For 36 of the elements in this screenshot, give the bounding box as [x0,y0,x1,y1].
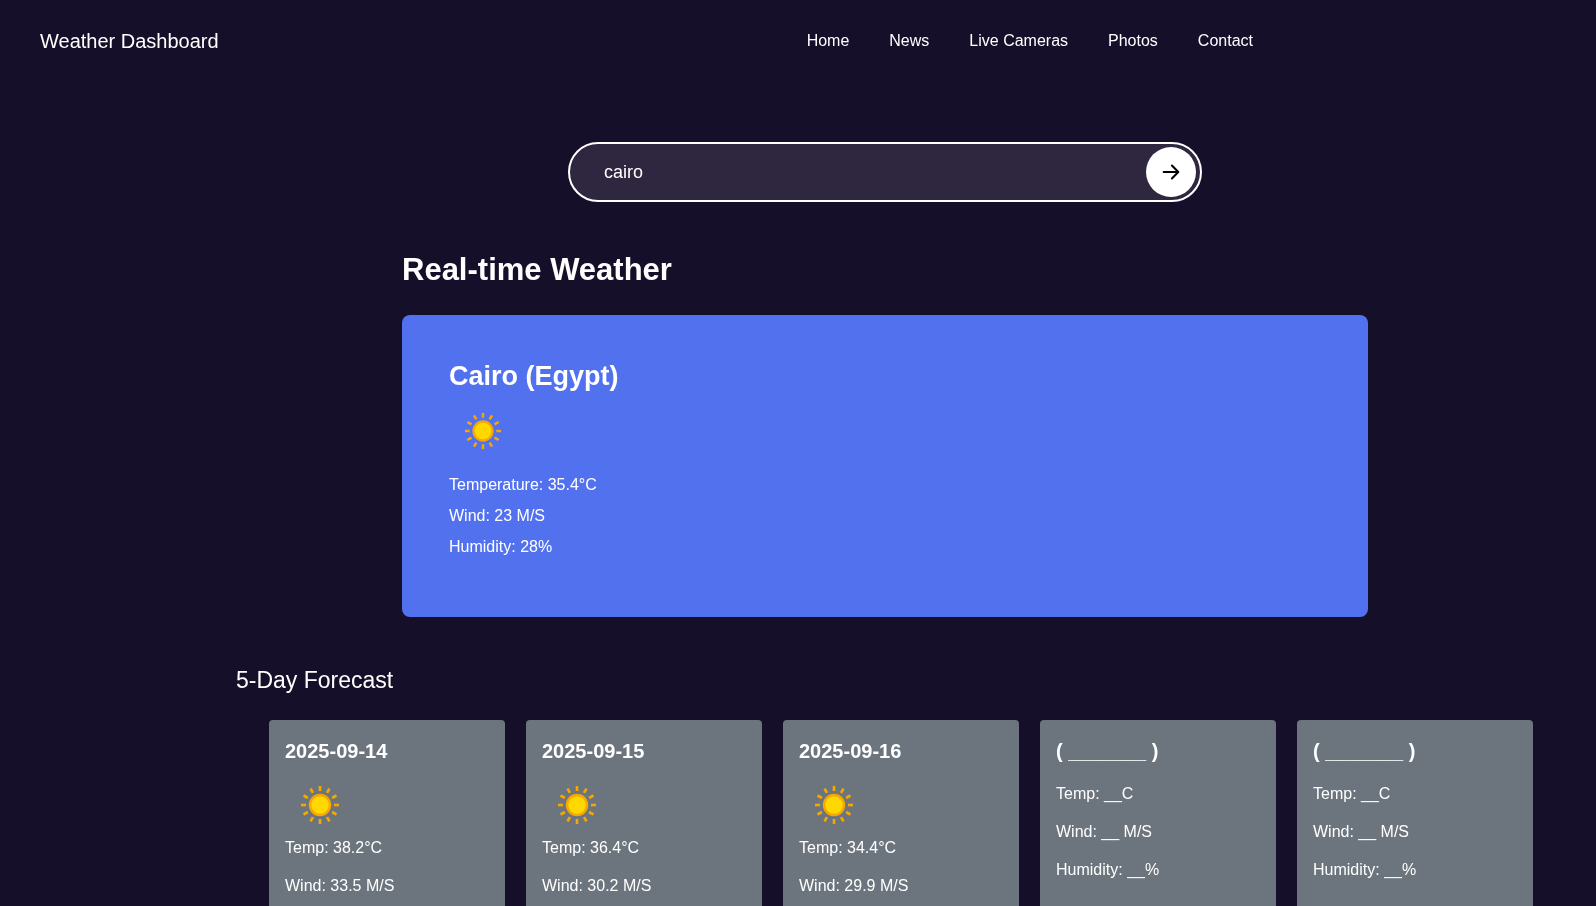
forecast-detail: Wind: __ M/S [1056,823,1154,841]
sun-icon [464,412,502,450]
forecast-date: 2025-09-15 [542,740,646,763]
site-title: Weather Dashboard [40,29,219,53]
sun-icon [557,785,597,825]
forecast-date: 2025-09-16 [799,740,903,763]
weather-detail: Humidity: 28% [449,538,554,556]
forecast-detail: Humidity: __% [1313,861,1418,879]
forecast-detail: Wind: 29.9 M/S [799,877,910,895]
nav-link[interactable]: Live Cameras [969,32,1069,50]
forecast-heading: 5-Day Forecast [236,667,395,694]
nav-link[interactable]: Home [806,32,850,50]
forecast-detail: Wind: 33.5 M/S [285,877,396,895]
forecast-date: ( _______ ) [1313,740,1417,763]
forecast-detail: Humidity: __% [1056,861,1161,879]
forecast-date: 2025-09-14 [285,740,389,763]
nav-link[interactable]: Photos [1108,32,1158,50]
forecast-detail: Temp: __C [1313,785,1392,803]
search-bar[interactable]: cairo [568,142,1202,202]
weather-detail: Wind: 23 M/S [449,507,547,525]
search-field[interactable]: cairo [602,160,1146,184]
weather-detail: Temperature: 35.4°C [449,476,598,494]
forecast-detail: Temp: __C [1056,785,1135,803]
section-heading: Real-time Weather [402,252,673,288]
forecast-detail: Temp: 34.4°C [799,839,898,857]
nav-link[interactable]: Contact [1197,32,1253,50]
forecast-detail: Wind: __ M/S [1313,823,1411,841]
forecast-detail: Wind: 30.2 M/S [542,877,653,895]
search-submit-button[interactable] [1146,147,1196,197]
forecast-detail: Temp: 36.4°C [542,839,641,857]
forecast-detail: Temp: 38.2°C [285,839,384,857]
sun-icon [300,785,340,825]
forecast-date: ( _______ ) [1056,740,1160,763]
city-name: Cairo (Egypt) [449,361,620,392]
nav-link[interactable]: News [889,32,930,50]
sun-icon [814,785,854,825]
